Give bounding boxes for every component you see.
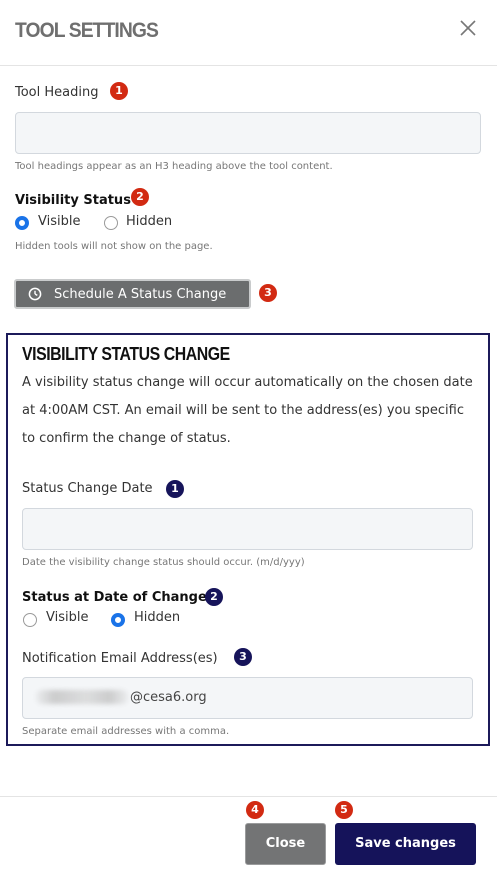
panel-step-badge-2: 2	[205, 588, 223, 606]
step-badge-3: 3	[259, 284, 277, 302]
step-badge-2: 2	[131, 188, 149, 206]
step-badge-4: 4	[246, 801, 264, 819]
schedule-button-label: Schedule A Status Change	[54, 287, 227, 302]
change-visible-radio-label: Visible	[46, 610, 89, 625]
change-visible-radio[interactable]	[23, 613, 37, 627]
email-domain-text: @cesa6.org	[130, 690, 207, 705]
modal-title: TOOL SETTINGS	[15, 19, 159, 42]
schedule-status-change-button[interactable]: Schedule A Status Change	[14, 279, 251, 309]
hidden-radio[interactable]	[104, 216, 118, 230]
visible-radio[interactable]	[15, 216, 29, 230]
status-at-change-label: Status at Date of Change	[22, 590, 207, 605]
visibility-status-label: Visibility Status	[15, 193, 131, 208]
status-change-date-input[interactable]	[22, 508, 473, 550]
visibility-help: Hidden tools will not show on the page.	[15, 241, 213, 252]
status-change-date-help: Date the visibility change status should…	[22, 557, 305, 568]
close-x-icon[interactable]	[457, 17, 479, 39]
status-change-date-label: Status Change Date	[22, 481, 153, 496]
step-badge-1: 1	[110, 82, 128, 100]
panel-step-badge-3: 3	[234, 648, 252, 666]
step-badge-5: 5	[335, 801, 353, 819]
close-button[interactable]: Close	[245, 823, 326, 865]
notification-email-help: Separate email addresses with a comma.	[22, 726, 230, 737]
change-hidden-radio-label: Hidden	[134, 610, 181, 625]
modal-header: TOOL SETTINGS	[0, 0, 497, 66]
status-change-description: A visibility status change will occur au…	[22, 375, 473, 446]
redacted-email-username	[36, 690, 128, 704]
change-hidden-radio[interactable]	[111, 613, 125, 627]
clock-icon	[28, 287, 42, 301]
visible-radio-label: Visible	[38, 214, 81, 229]
footer-divider	[0, 796, 497, 797]
tool-heading-input[interactable]	[15, 112, 481, 154]
hidden-radio-label: Hidden	[126, 214, 173, 229]
notification-email-label: Notification Email Address(es)	[22, 651, 218, 666]
status-change-title: VISIBILITY STATUS CHANGE	[22, 344, 230, 364]
save-changes-button[interactable]: Save changes	[335, 823, 476, 865]
tool-heading-label: Tool Heading	[15, 85, 99, 100]
panel-step-badge-1: 1	[166, 480, 184, 498]
tool-heading-help: Tool headings appear as an H3 heading ab…	[15, 161, 333, 172]
